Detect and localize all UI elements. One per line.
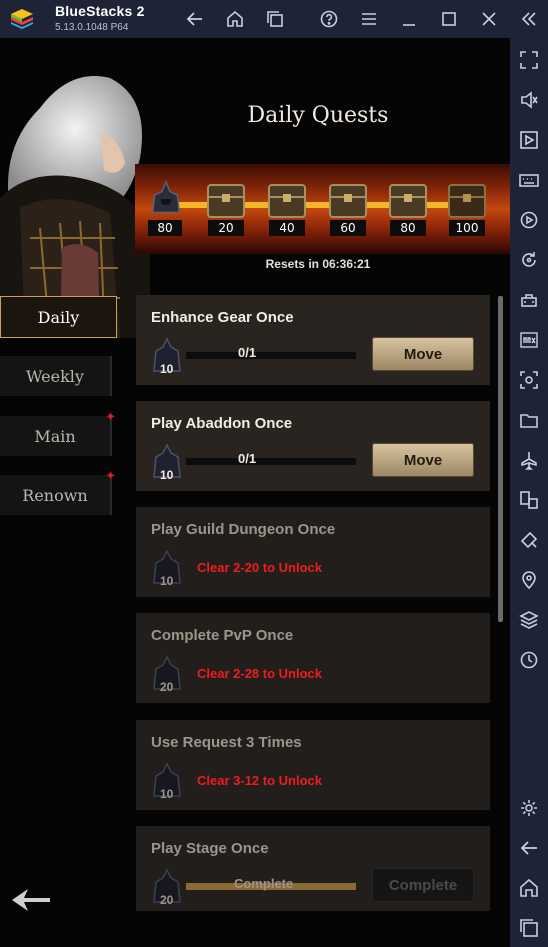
milestone-label: 80: [390, 220, 426, 236]
reset-timer: Resets in 06:36:21: [265, 257, 371, 271]
chest-100-icon[interactable]: [447, 181, 487, 219]
quest-progress-bar: [186, 352, 356, 359]
screen-title: Daily Quests: [247, 103, 389, 128]
settings-icon[interactable]: [519, 798, 539, 818]
milestone-label: 100: [449, 220, 485, 236]
reward-count: 10: [160, 362, 174, 376]
eco-mode-icon[interactable]: [519, 530, 539, 550]
minimize-icon[interactable]: [398, 8, 420, 30]
reward-count: 10: [160, 787, 174, 801]
record-icon[interactable]: [519, 210, 539, 230]
helmet-reward-icon[interactable]: [146, 180, 186, 218]
tab-label: Daily: [37, 307, 80, 327]
quest-card-completed: Play Stage Once 20 Complete Complete: [136, 826, 490, 911]
quest-card: Play Abaddon Once 10 0/1 Move: [136, 401, 490, 491]
home-icon[interactable]: [224, 8, 246, 30]
airplane-mode-icon[interactable]: [519, 450, 539, 470]
unlock-requirement: Clear 2-28 to Unlock: [197, 666, 322, 681]
multi-window-icon[interactable]: [519, 490, 539, 510]
milestone-label: 60: [330, 220, 366, 236]
volume-icon[interactable]: [519, 90, 539, 110]
quest-title: Play Stage Once: [151, 840, 269, 857]
move-button[interactable]: Move: [372, 443, 474, 477]
bluestacks-logo-icon: [11, 9, 33, 29]
quest-title: Use Request 3 Times: [151, 734, 302, 751]
app-version: 5.13.0.1048 P64: [55, 22, 129, 33]
reward-count: 20: [160, 893, 174, 907]
tab-renown[interactable]: Renown ✦: [0, 469, 116, 515]
unlock-requirement: Clear 3-12 to Unlock: [197, 773, 322, 788]
milestone-label: 80: [148, 220, 182, 236]
reward-count: 10: [160, 468, 174, 482]
keyboard-icon[interactable]: [519, 170, 539, 190]
milestone-label: 40: [269, 220, 305, 236]
back-icon[interactable]: [184, 8, 206, 30]
back-arrow-icon[interactable]: [10, 886, 52, 914]
maximize-icon[interactable]: [438, 8, 460, 30]
chest-40-icon[interactable]: [267, 181, 307, 219]
tab-label: Main: [34, 426, 76, 446]
screenshot-icon[interactable]: [519, 370, 539, 390]
quest-title: Enhance Gear Once: [151, 309, 294, 326]
menu-icon[interactable]: [358, 8, 380, 30]
emulator-sidebar: [510, 38, 548, 947]
quest-progress-text: 0/1: [238, 451, 257, 466]
window-titlebar: BlueStacks 2 5.13.0.1048 P64: [0, 0, 548, 38]
milestone-label: 20: [208, 220, 244, 236]
game-controls-icon[interactable]: [519, 290, 539, 310]
help-icon[interactable]: [318, 8, 340, 30]
reward-count: 20: [160, 680, 174, 694]
chest-20-icon[interactable]: [206, 181, 246, 219]
notification-badge-icon: ✦: [105, 410, 116, 425]
quest-list-scrollbar[interactable]: [498, 296, 503, 622]
game-viewport: Daily Quests 80 20 40 60 80 100 Resets i…: [0, 38, 510, 947]
android-home-icon[interactable]: [519, 878, 539, 898]
quest-card-locked: Play Guild Dungeon Once 10 Clear 2-20 to…: [136, 507, 490, 597]
close-icon[interactable]: [478, 8, 500, 30]
complete-button[interactable]: Complete: [372, 868, 474, 902]
tab-label: Weekly: [26, 366, 84, 386]
tab-main[interactable]: Main ✦: [0, 410, 116, 456]
tab-daily[interactable]: Daily: [0, 296, 117, 338]
recent-apps-icon[interactable]: [519, 918, 539, 938]
rotate-icon[interactable]: [519, 250, 539, 270]
quest-card-locked: Complete PvP Once 20 Clear 2-28 to Unloc…: [136, 613, 490, 703]
fullscreen-icon[interactable]: [519, 50, 539, 70]
android-back-icon[interactable]: [519, 838, 539, 858]
location-icon[interactable]: [519, 570, 539, 590]
chest-60-icon[interactable]: [328, 181, 368, 219]
tab-weekly[interactable]: Weekly: [0, 356, 112, 396]
folder-icon[interactable]: [519, 410, 539, 430]
quest-title: Complete PvP Once: [151, 627, 294, 644]
notification-badge-icon: ✦: [105, 469, 116, 484]
quest-card: Enhance Gear Once 10 0/1 Move: [136, 295, 490, 385]
reward-count: 10: [160, 574, 174, 588]
unlock-requirement: Clear 2-20 to Unlock: [197, 560, 322, 575]
quest-title: Play Abaddon Once: [151, 415, 293, 432]
hero-portrait: [0, 76, 150, 338]
quest-progress-text: 0/1: [238, 345, 257, 360]
media-manager-icon[interactable]: [519, 130, 539, 150]
move-button[interactable]: Move: [372, 337, 474, 371]
macro-icon[interactable]: [519, 650, 539, 670]
quest-title: Play Guild Dungeon Once: [151, 521, 336, 538]
quest-card-locked: Use Request 3 Times 10 Clear 3-12 to Unl…: [136, 720, 490, 810]
tab-label: Renown: [22, 485, 88, 505]
quest-progress-text: Complete: [234, 876, 294, 891]
collapse-sidebar-icon[interactable]: [518, 8, 540, 30]
app-name: BlueStacks 2: [55, 3, 145, 19]
chest-80-icon[interactable]: [388, 181, 428, 219]
quest-progress-bar: [186, 458, 356, 465]
install-apk-icon[interactable]: [519, 330, 539, 350]
multi-instance-icon[interactable]: [264, 8, 286, 30]
layers-icon[interactable]: [519, 610, 539, 630]
